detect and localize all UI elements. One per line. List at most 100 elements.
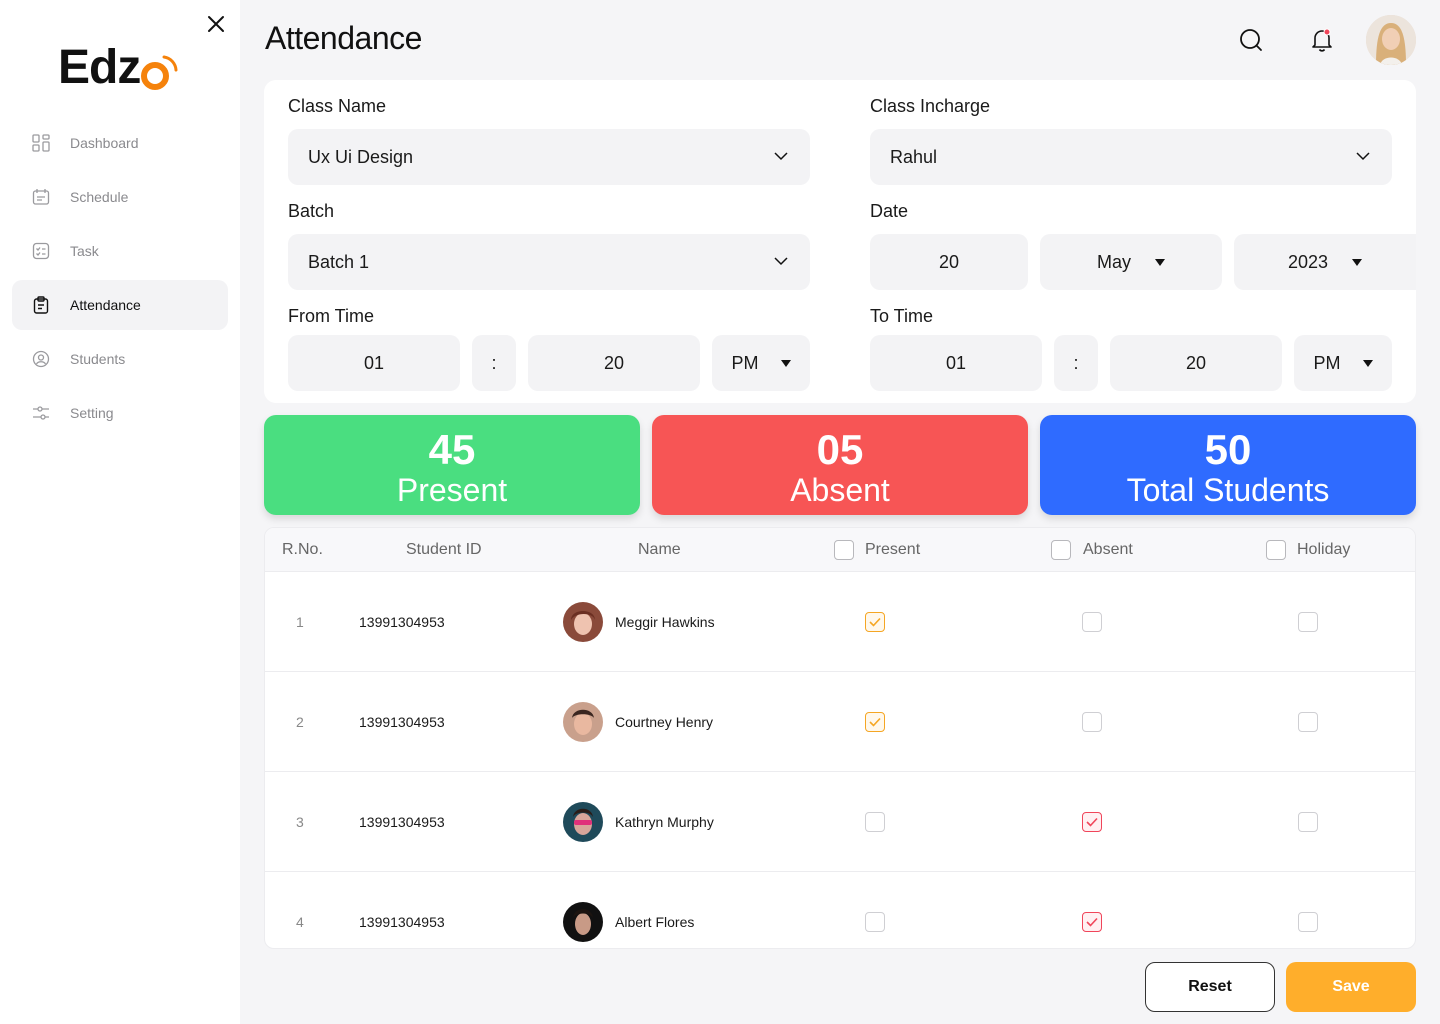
date-year-select[interactable]: 2023 [1234, 234, 1416, 290]
chevron-down-icon [1356, 152, 1370, 161]
date-day-input[interactable]: 20 [870, 234, 1028, 290]
avatar[interactable] [1366, 15, 1416, 65]
class-name-select[interactable]: Ux Ui Design [288, 129, 810, 185]
chevron-down-icon [774, 152, 788, 161]
date-year-value: 2023 [1287, 251, 1329, 272]
from-hour-value: 01 [363, 352, 385, 373]
holiday-checkbox[interactable] [1298, 612, 1318, 632]
to-minute-value: 20 [1185, 352, 1207, 373]
table-row: 2 13991304953 Courtney Henry [265, 672, 1415, 772]
from-period-value: PM [731, 352, 759, 373]
bell-icon[interactable] [1308, 26, 1336, 54]
avatar [563, 902, 603, 942]
row-rno: 3 [296, 814, 304, 830]
sidebar-item-label: Students [70, 351, 126, 367]
sidebar-item-label: Setting [70, 405, 114, 421]
present-checkbox[interactable] [865, 812, 885, 832]
absent-stat-card: 05 Absent [652, 415, 1028, 515]
row-student-id: 13991304953 [359, 714, 445, 730]
row-name: Courtney Henry [615, 714, 714, 730]
caret-down-icon [780, 359, 791, 367]
attendance-form: Class Name Ux Ui Design Class Incharge R… [264, 80, 1416, 403]
table-row: 1 13991304953 Meggir Hawkins [265, 572, 1415, 672]
to-hour-input[interactable]: 01 [870, 335, 1042, 391]
sidebar-item-label: Schedule [70, 189, 129, 205]
class-name-value: Ux Ui Design [308, 146, 414, 167]
class-name-label: Class Name [288, 96, 387, 116]
sidebar-nav: Dashboard Schedule Task Attendance Stude… [12, 118, 228, 442]
select-all-absent-checkbox[interactable] [1051, 540, 1071, 560]
sidebar-item-task[interactable]: Task [12, 226, 228, 276]
sidebar-item-schedule[interactable]: Schedule [12, 172, 228, 222]
row-rno: 2 [296, 714, 304, 730]
header-name: Name [638, 541, 681, 558]
present-label: Present [396, 472, 508, 508]
absent-label: Absent [790, 472, 890, 508]
check-icon [869, 717, 881, 727]
date-month-select[interactable]: May [1040, 234, 1222, 290]
select-all-holiday-checkbox[interactable] [1266, 540, 1286, 560]
holiday-checkbox[interactable] [1298, 712, 1318, 732]
row-name: Kathryn Murphy [615, 814, 714, 830]
from-minute-value: 20 [603, 352, 625, 373]
date-month-value: May [1096, 251, 1131, 272]
present-checkbox[interactable] [865, 712, 885, 732]
sidebar-item-setting[interactable]: Setting [12, 388, 228, 438]
sidebar-item-label: Dashboard [70, 135, 139, 151]
row-student-id: 13991304953 [359, 614, 445, 630]
absent-checkbox[interactable] [1082, 612, 1102, 632]
close-icon[interactable] [204, 12, 228, 36]
absent-count: 05 [816, 426, 864, 473]
attendance-table: R.No. Student ID Name Present Absent Hol… [264, 527, 1416, 949]
class-incharge-value: Rahul [890, 146, 938, 167]
to-period-select[interactable]: PM [1294, 335, 1392, 391]
save-button[interactable]: Save [1286, 962, 1416, 1012]
batch-value: Batch 1 [308, 251, 370, 272]
avatar [563, 602, 603, 642]
colon-text: : [491, 352, 497, 373]
caret-down-icon [1155, 258, 1165, 266]
clipboard-icon [32, 296, 50, 314]
sidebar: Edz Dashboard Schedule Task Attendance S… [0, 0, 240, 1024]
table-header: R.No. Student ID Name Present Absent Hol… [265, 528, 1415, 572]
sliders-icon [32, 404, 50, 422]
present-checkbox[interactable] [865, 912, 885, 932]
class-incharge-label: Class Incharge [870, 96, 991, 116]
total-label: Total Students [1126, 472, 1330, 508]
app-logo: Edz [58, 40, 178, 96]
table-row: 3 13991304953 Kathryn Murphy [265, 772, 1415, 872]
absent-checkbox[interactable] [1082, 812, 1102, 832]
calendar-icon [32, 188, 50, 206]
caret-down-icon [1362, 359, 1373, 367]
from-period-select[interactable]: PM [712, 335, 810, 391]
absent-checkbox[interactable] [1082, 912, 1102, 932]
to-minute-input[interactable]: 20 [1110, 335, 1282, 391]
batch-select[interactable]: Batch 1 [288, 234, 810, 290]
sidebar-item-dashboard[interactable]: Dashboard [12, 118, 228, 168]
from-hour-input[interactable]: 01 [288, 335, 460, 391]
absent-checkbox[interactable] [1082, 712, 1102, 732]
row-student-id: 13991304953 [359, 914, 445, 930]
to-period-value: PM [1313, 352, 1341, 373]
header-present: Present [865, 541, 921, 558]
batch-label: Batch [288, 201, 335, 221]
row-student-id: 13991304953 [359, 814, 445, 830]
logo-o-icon [140, 40, 178, 96]
from-time-separator: : [472, 335, 516, 391]
select-all-present-checkbox[interactable] [834, 540, 854, 560]
to-hour-value: 01 [945, 352, 967, 373]
header-absent: Absent [1083, 541, 1133, 558]
check-icon [1086, 817, 1098, 827]
reset-button[interactable]: Reset [1145, 962, 1275, 1012]
from-minute-input[interactable]: 20 [528, 335, 700, 391]
present-checkbox[interactable] [865, 612, 885, 632]
search-icon[interactable] [1237, 26, 1265, 54]
sidebar-item-attendance[interactable]: Attendance [12, 280, 228, 330]
holiday-checkbox[interactable] [1298, 812, 1318, 832]
sidebar-item-students[interactable]: Students [12, 334, 228, 384]
class-incharge-select[interactable]: Rahul [870, 129, 1392, 185]
holiday-checkbox[interactable] [1298, 912, 1318, 932]
header-holiday: Holiday [1297, 541, 1351, 558]
caret-down-icon [1352, 258, 1363, 266]
colon-text: : [1073, 352, 1079, 373]
